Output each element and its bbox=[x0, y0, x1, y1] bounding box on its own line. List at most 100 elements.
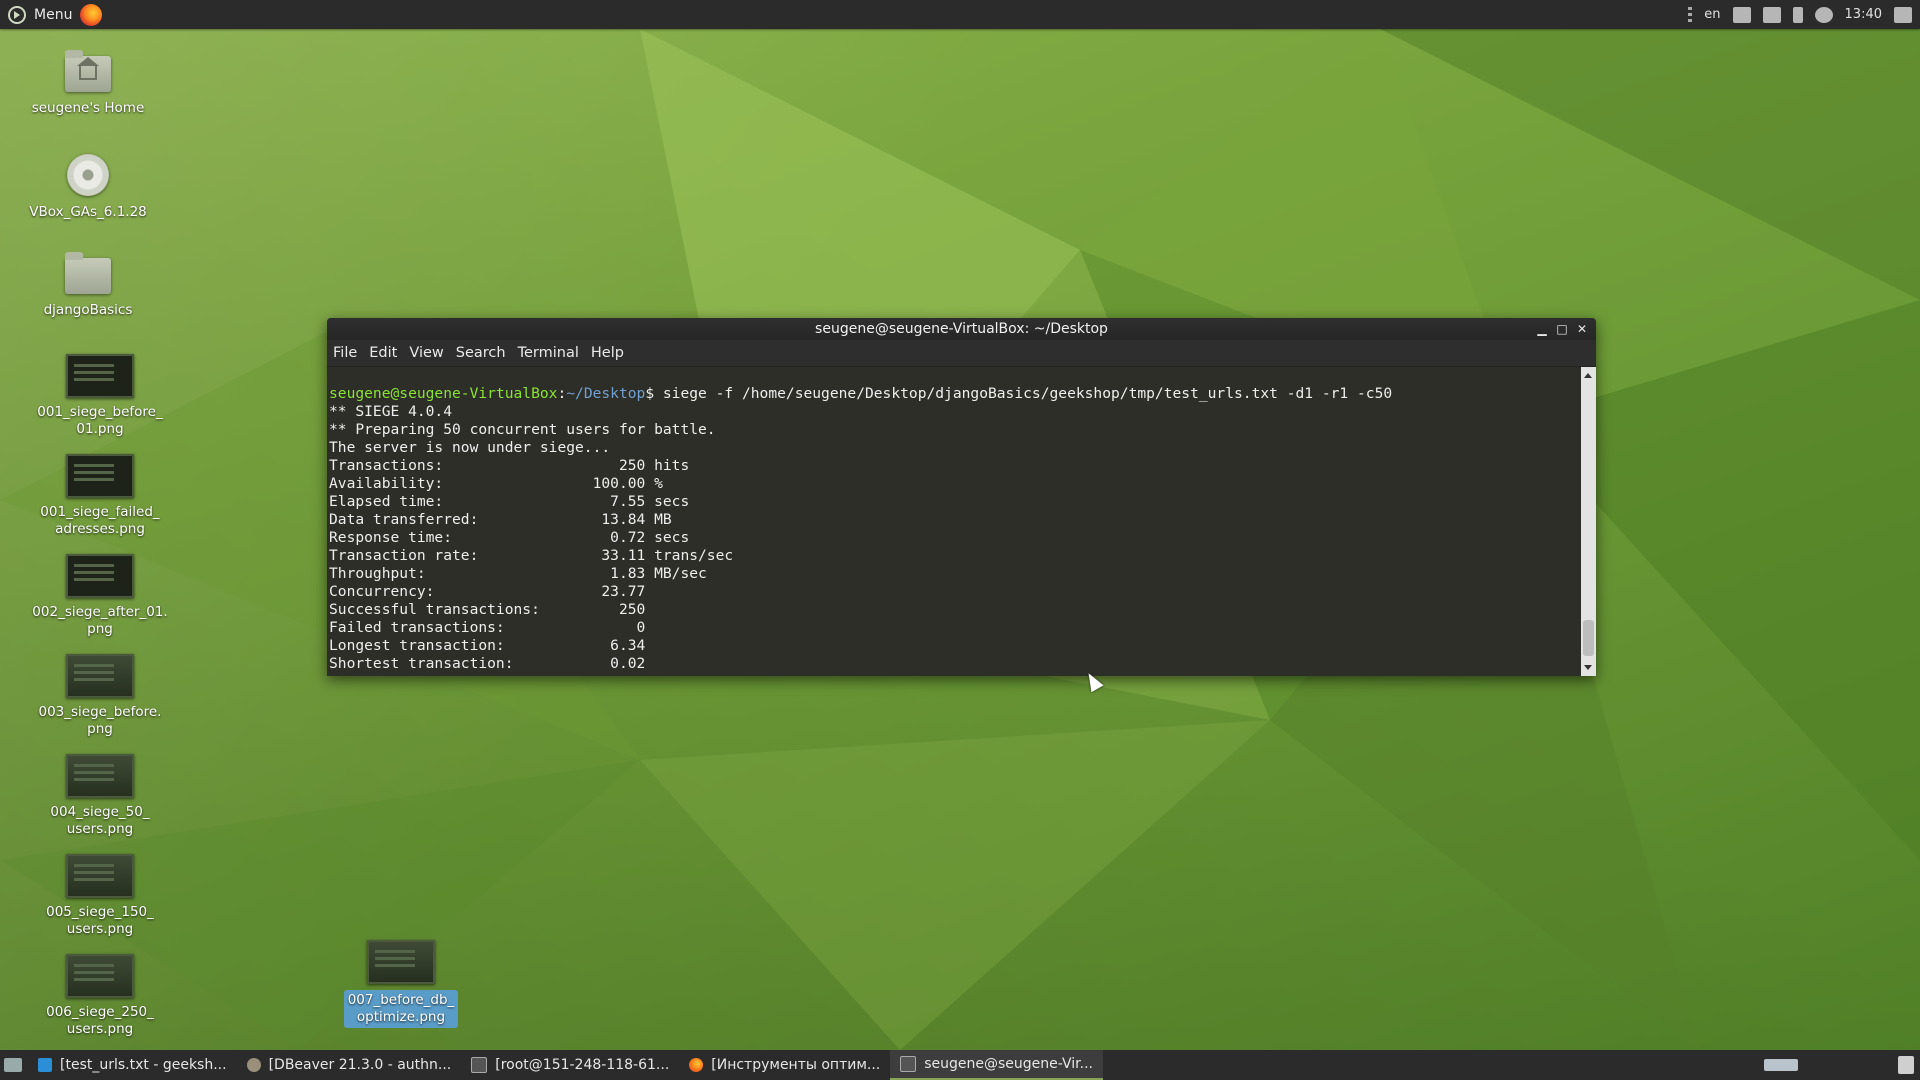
desktop-icon-file[interactable]: 003_siege_before. png bbox=[30, 654, 170, 738]
firefox-icon bbox=[689, 1058, 704, 1072]
clock[interactable]: 13:40 bbox=[1845, 7, 1882, 22]
output-line: Availability: 100.00 % bbox=[329, 475, 663, 492]
firefox-launcher-icon[interactable] bbox=[80, 3, 103, 26]
taskbar-item-label: [root@151-248-118-61... bbox=[495, 1057, 670, 1073]
image-icon bbox=[66, 554, 134, 598]
folder-icon bbox=[65, 252, 111, 294]
desktop-icon-label: 005_siege_150_ users.png bbox=[46, 904, 154, 937]
desktop-icon-label: 004_siege_50_ users.png bbox=[50, 804, 150, 837]
menu-help[interactable]: Help bbox=[591, 345, 624, 361]
show-desktop-icon[interactable] bbox=[4, 1058, 22, 1072]
maximize-icon[interactable]: □ bbox=[1556, 323, 1568, 335]
output-line: Data transferred: 13.84 MB bbox=[329, 511, 672, 528]
terminal-icon bbox=[900, 1056, 917, 1072]
home-folder-icon bbox=[65, 50, 111, 92]
desktop-icon-file-selected[interactable]: 007_before_db_ optimize.png bbox=[331, 940, 471, 1028]
volume-icon[interactable] bbox=[1814, 6, 1833, 23]
top-panel: Menu en 13:40 bbox=[0, 0, 1920, 29]
image-icon bbox=[66, 354, 134, 398]
menu-edit[interactable]: Edit bbox=[369, 345, 397, 361]
nvidia-icon[interactable] bbox=[1732, 6, 1751, 23]
prompt-user: seugene@seugene-VirtualBox bbox=[329, 385, 558, 402]
desktop-icon-label: 002_siege_after_01. png bbox=[32, 604, 168, 637]
terminal-output[interactable]: seugene@seugene-VirtualBox:~/Desktop$ si… bbox=[327, 367, 1581, 676]
taskbar-item[interactable]: [Инструменты оптим... bbox=[679, 1050, 890, 1080]
keyboard-layout[interactable]: en bbox=[1704, 7, 1720, 22]
output-line: The server is now under siege... bbox=[329, 439, 611, 456]
menu-search[interactable]: Search bbox=[456, 345, 506, 361]
image-icon bbox=[66, 954, 134, 998]
bottom-panel: [test_urls.txt - geeksh... [DBeaver 21.3… bbox=[0, 1050, 1920, 1080]
prompt-path: ~/Desktop bbox=[566, 385, 646, 402]
taskbar-item-label: [Инструменты оптим... bbox=[711, 1057, 881, 1073]
display-icon[interactable] bbox=[1894, 6, 1912, 23]
command-text: $ siege -f /home/seugene/Desktop/djangoB… bbox=[645, 385, 1393, 402]
menu-label: Menu bbox=[34, 6, 73, 23]
desktop-icon-label: 003_siege_before. png bbox=[38, 704, 162, 737]
minimize-icon[interactable]: ▁ bbox=[1536, 323, 1548, 335]
taskbar-item[interactable]: [root@151-248-118-61... bbox=[461, 1050, 679, 1080]
terminal-scrollbar[interactable] bbox=[1581, 367, 1596, 676]
output-line: ** SIEGE 4.0.4 bbox=[329, 403, 453, 420]
desktop-icon-label: 001_siege_before_ 01.png bbox=[37, 404, 163, 437]
scroll-down-icon[interactable] bbox=[1584, 665, 1592, 670]
window-titlebar[interactable]: seugene@seugene-VirtualBox: ~/Desktop ▁ … bbox=[327, 318, 1596, 340]
menu-view[interactable]: View bbox=[409, 345, 443, 361]
desktop-icon-label: VBox_GAs_6.1.28 bbox=[29, 204, 147, 220]
desktop-icon-file[interactable]: 006_siege_250_ users.png bbox=[30, 954, 170, 1038]
update-icon[interactable] bbox=[1792, 6, 1803, 23]
window-title: seugene@seugene-VirtualBox: ~/Desktop bbox=[815, 321, 1108, 337]
terminal-menubar: File Edit View Search Terminal Help bbox=[327, 340, 1596, 367]
scroll-up-icon[interactable] bbox=[1584, 373, 1592, 378]
trash-icon[interactable] bbox=[1898, 1056, 1914, 1074]
image-icon bbox=[66, 754, 134, 798]
output-line: Longest transaction: 6.34 bbox=[329, 637, 646, 654]
terminal-icon bbox=[471, 1057, 488, 1073]
image-icon bbox=[66, 454, 134, 498]
taskbar-item[interactable]: [test_urls.txt - geeksh... bbox=[28, 1050, 237, 1080]
desktop-icon-label: 001_siege_failed_ adresses.png bbox=[40, 504, 160, 537]
desktop-icon-file[interactable]: 001_siege_failed_ adresses.png bbox=[30, 454, 170, 538]
dots-handle-icon bbox=[1688, 6, 1693, 23]
system-tray: en 13:40 bbox=[1688, 0, 1920, 29]
command-line: seugene@seugene-VirtualBox:~/Desktop$ si… bbox=[329, 385, 1392, 402]
network-icon[interactable] bbox=[1762, 6, 1781, 23]
disc-icon bbox=[67, 154, 109, 196]
scroll-thumb[interactable] bbox=[1583, 620, 1594, 656]
menu-button[interactable]: Menu bbox=[0, 0, 112, 29]
vscode-icon bbox=[38, 1058, 52, 1072]
output-line: Successful transactions: 250 bbox=[329, 601, 646, 618]
desktop-icon-file[interactable]: 001_siege_before_ 01.png bbox=[30, 354, 170, 438]
output-line: Response time: 0.72 secs bbox=[329, 529, 690, 546]
close-icon[interactable]: ✕ bbox=[1576, 323, 1588, 335]
desktop-icon-djangobasics[interactable]: djangoBasics bbox=[18, 252, 158, 319]
window-controls: ▁ □ ✕ bbox=[1536, 318, 1588, 340]
desktop-icon-label: seugene's Home bbox=[31, 100, 145, 116]
output-line: Failed transactions: 0 bbox=[329, 619, 646, 636]
taskbar-item-active[interactable]: seugene@seugene-Vir... bbox=[890, 1050, 1103, 1080]
workspace-switcher[interactable] bbox=[1764, 1059, 1798, 1071]
output-line: ** Preparing 50 concurrent users for bat… bbox=[329, 421, 716, 438]
output-line: Concurrency: 23.77 bbox=[329, 583, 646, 600]
image-icon bbox=[66, 854, 134, 898]
taskbar-item[interactable]: [DBeaver 21.3.0 - authn... bbox=[237, 1050, 462, 1080]
menu-file[interactable]: File bbox=[333, 345, 357, 361]
output-line: Throughput: 1.83 MB/sec bbox=[329, 565, 707, 582]
desktop-icon-home[interactable]: seugene's Home bbox=[18, 50, 158, 117]
mint-menu-icon bbox=[8, 5, 26, 24]
desktop-icon-vbox[interactable]: VBox_GAs_6.1.28 bbox=[18, 154, 158, 221]
taskbar-item-label: seugene@seugene-Vir... bbox=[924, 1056, 1093, 1072]
image-icon bbox=[367, 940, 435, 984]
desktop-icon-file[interactable]: 002_siege_after_01. png bbox=[30, 554, 170, 638]
desktop-icon-label: 006_siege_250_ users.png bbox=[46, 1004, 154, 1037]
desktop-icon-label: djangoBasics bbox=[43, 302, 133, 318]
output-line: Transaction rate: 33.11 trans/sec bbox=[329, 547, 734, 564]
prompt-separator: : bbox=[557, 385, 567, 402]
terminal-window[interactable]: seugene@seugene-VirtualBox: ~/Desktop ▁ … bbox=[327, 318, 1596, 676]
desktop-icon-file[interactable]: 004_siege_50_ users.png bbox=[30, 754, 170, 838]
menu-terminal[interactable]: Terminal bbox=[518, 345, 579, 361]
image-icon bbox=[66, 654, 134, 698]
desktop-icon-file[interactable]: 005_siege_150_ users.png bbox=[30, 854, 170, 938]
output-line: Elapsed time: 7.55 secs bbox=[329, 493, 690, 510]
output-line: Shortest transaction: 0.02 bbox=[329, 655, 646, 672]
